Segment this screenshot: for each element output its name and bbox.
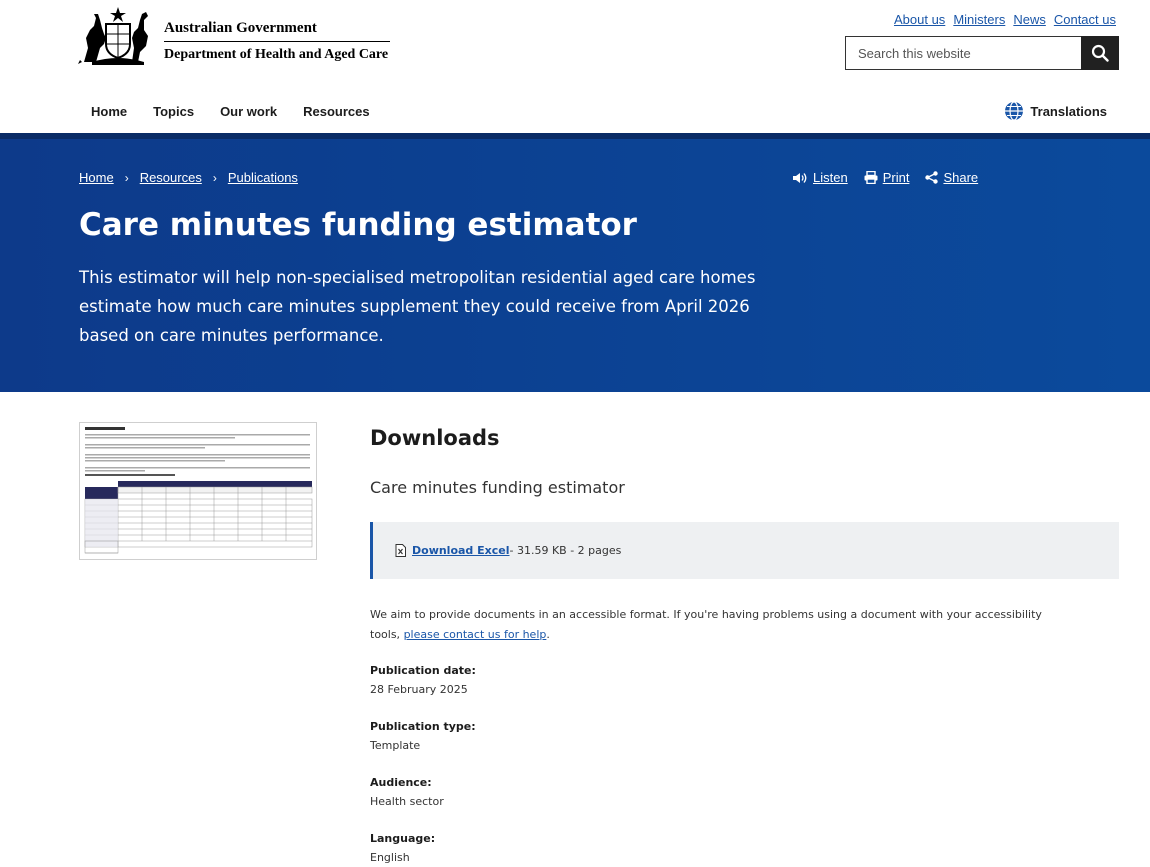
page-actions: Listen Print Share bbox=[792, 170, 978, 185]
publication-type-value: Template bbox=[370, 739, 421, 752]
gov-logo[interactable]: Australian Government Department of Heal… bbox=[78, 4, 398, 68]
publication-date-label: Publication date: bbox=[370, 664, 476, 677]
audience-label: Audience: bbox=[370, 776, 432, 789]
gov-name: Australian Government bbox=[164, 20, 317, 36]
news-link[interactable]: News bbox=[1013, 12, 1046, 27]
nav-topics[interactable]: Topics bbox=[153, 104, 194, 119]
breadcrumb-resources[interactable]: Resources bbox=[140, 170, 202, 185]
excel-file-icon bbox=[395, 544, 406, 557]
print-button[interactable]: Print bbox=[864, 170, 910, 185]
breadcrumb-publications[interactable]: Publications bbox=[228, 170, 298, 185]
dept-name: Department of Health and Aged Care bbox=[164, 47, 389, 62]
language-label: Language: bbox=[370, 832, 436, 845]
download-meta: - 31.59 KB - 2 pages bbox=[509, 544, 622, 557]
chevron-right-icon: › bbox=[124, 170, 129, 185]
page-intro: This estimator will help non-specialised… bbox=[79, 268, 756, 345]
language-value: English bbox=[370, 851, 410, 864]
nav-our-work[interactable]: Our work bbox=[220, 104, 277, 119]
accessibility-note: We aim to provide documents in an access… bbox=[370, 605, 1070, 645]
audience-value: Health sector bbox=[370, 795, 444, 808]
globe-icon bbox=[1005, 101, 1024, 121]
main-nav: Home Topics Our work Resources bbox=[91, 104, 370, 119]
publication-type-label: Publication type: bbox=[370, 720, 476, 733]
search-input[interactable] bbox=[845, 36, 1081, 70]
download-excel-link[interactable]: Download Excel bbox=[412, 544, 510, 557]
downloads-heading: Downloads bbox=[370, 426, 500, 450]
page-title: Care minutes funding estimator bbox=[79, 207, 637, 243]
nav-resources[interactable]: Resources bbox=[303, 104, 369, 119]
translations-label: Translations bbox=[1030, 103, 1107, 119]
hero-banner: Home › Resources › Publications Listen P… bbox=[0, 133, 1150, 392]
site-search bbox=[845, 36, 1119, 70]
spreadsheet-preview-icon bbox=[84, 427, 313, 554]
share-label[interactable]: Share bbox=[943, 170, 978, 185]
document-thumbnail bbox=[79, 422, 317, 560]
listen-button[interactable]: Listen bbox=[792, 170, 848, 185]
about-us-link[interactable]: About us bbox=[894, 12, 945, 27]
chevron-right-icon: › bbox=[212, 170, 217, 185]
speaker-icon bbox=[793, 172, 807, 183]
contact-help-link[interactable]: please contact us for help bbox=[404, 628, 547, 641]
utility-links: About us Ministers News Contact us bbox=[894, 12, 1116, 27]
listen-label[interactable]: Listen bbox=[813, 170, 848, 185]
contact-us-link[interactable]: Contact us bbox=[1054, 12, 1116, 27]
share-button[interactable]: Share bbox=[925, 170, 978, 185]
print-label[interactable]: Print bbox=[883, 170, 910, 185]
ministers-link[interactable]: Ministers bbox=[953, 12, 1005, 27]
breadcrumb-home[interactable]: Home bbox=[79, 170, 114, 185]
logo-divider bbox=[164, 41, 390, 42]
document-title: Care minutes funding estimator bbox=[370, 478, 625, 497]
breadcrumb: Home › Resources › Publications bbox=[79, 170, 298, 185]
printer-icon bbox=[864, 171, 878, 184]
publication-date-value: 28 February 2025 bbox=[370, 683, 468, 696]
download-box: Download Excel - 31.59 KB - 2 pages bbox=[370, 522, 1119, 579]
translations-button[interactable]: Translations bbox=[1004, 101, 1107, 121]
search-icon bbox=[1091, 44, 1109, 62]
share-icon bbox=[925, 171, 939, 184]
coat-of-arms-icon bbox=[78, 7, 148, 65]
search-button[interactable] bbox=[1081, 36, 1119, 70]
nav-home[interactable]: Home bbox=[91, 104, 127, 119]
accessibility-text-end: . bbox=[546, 628, 550, 641]
